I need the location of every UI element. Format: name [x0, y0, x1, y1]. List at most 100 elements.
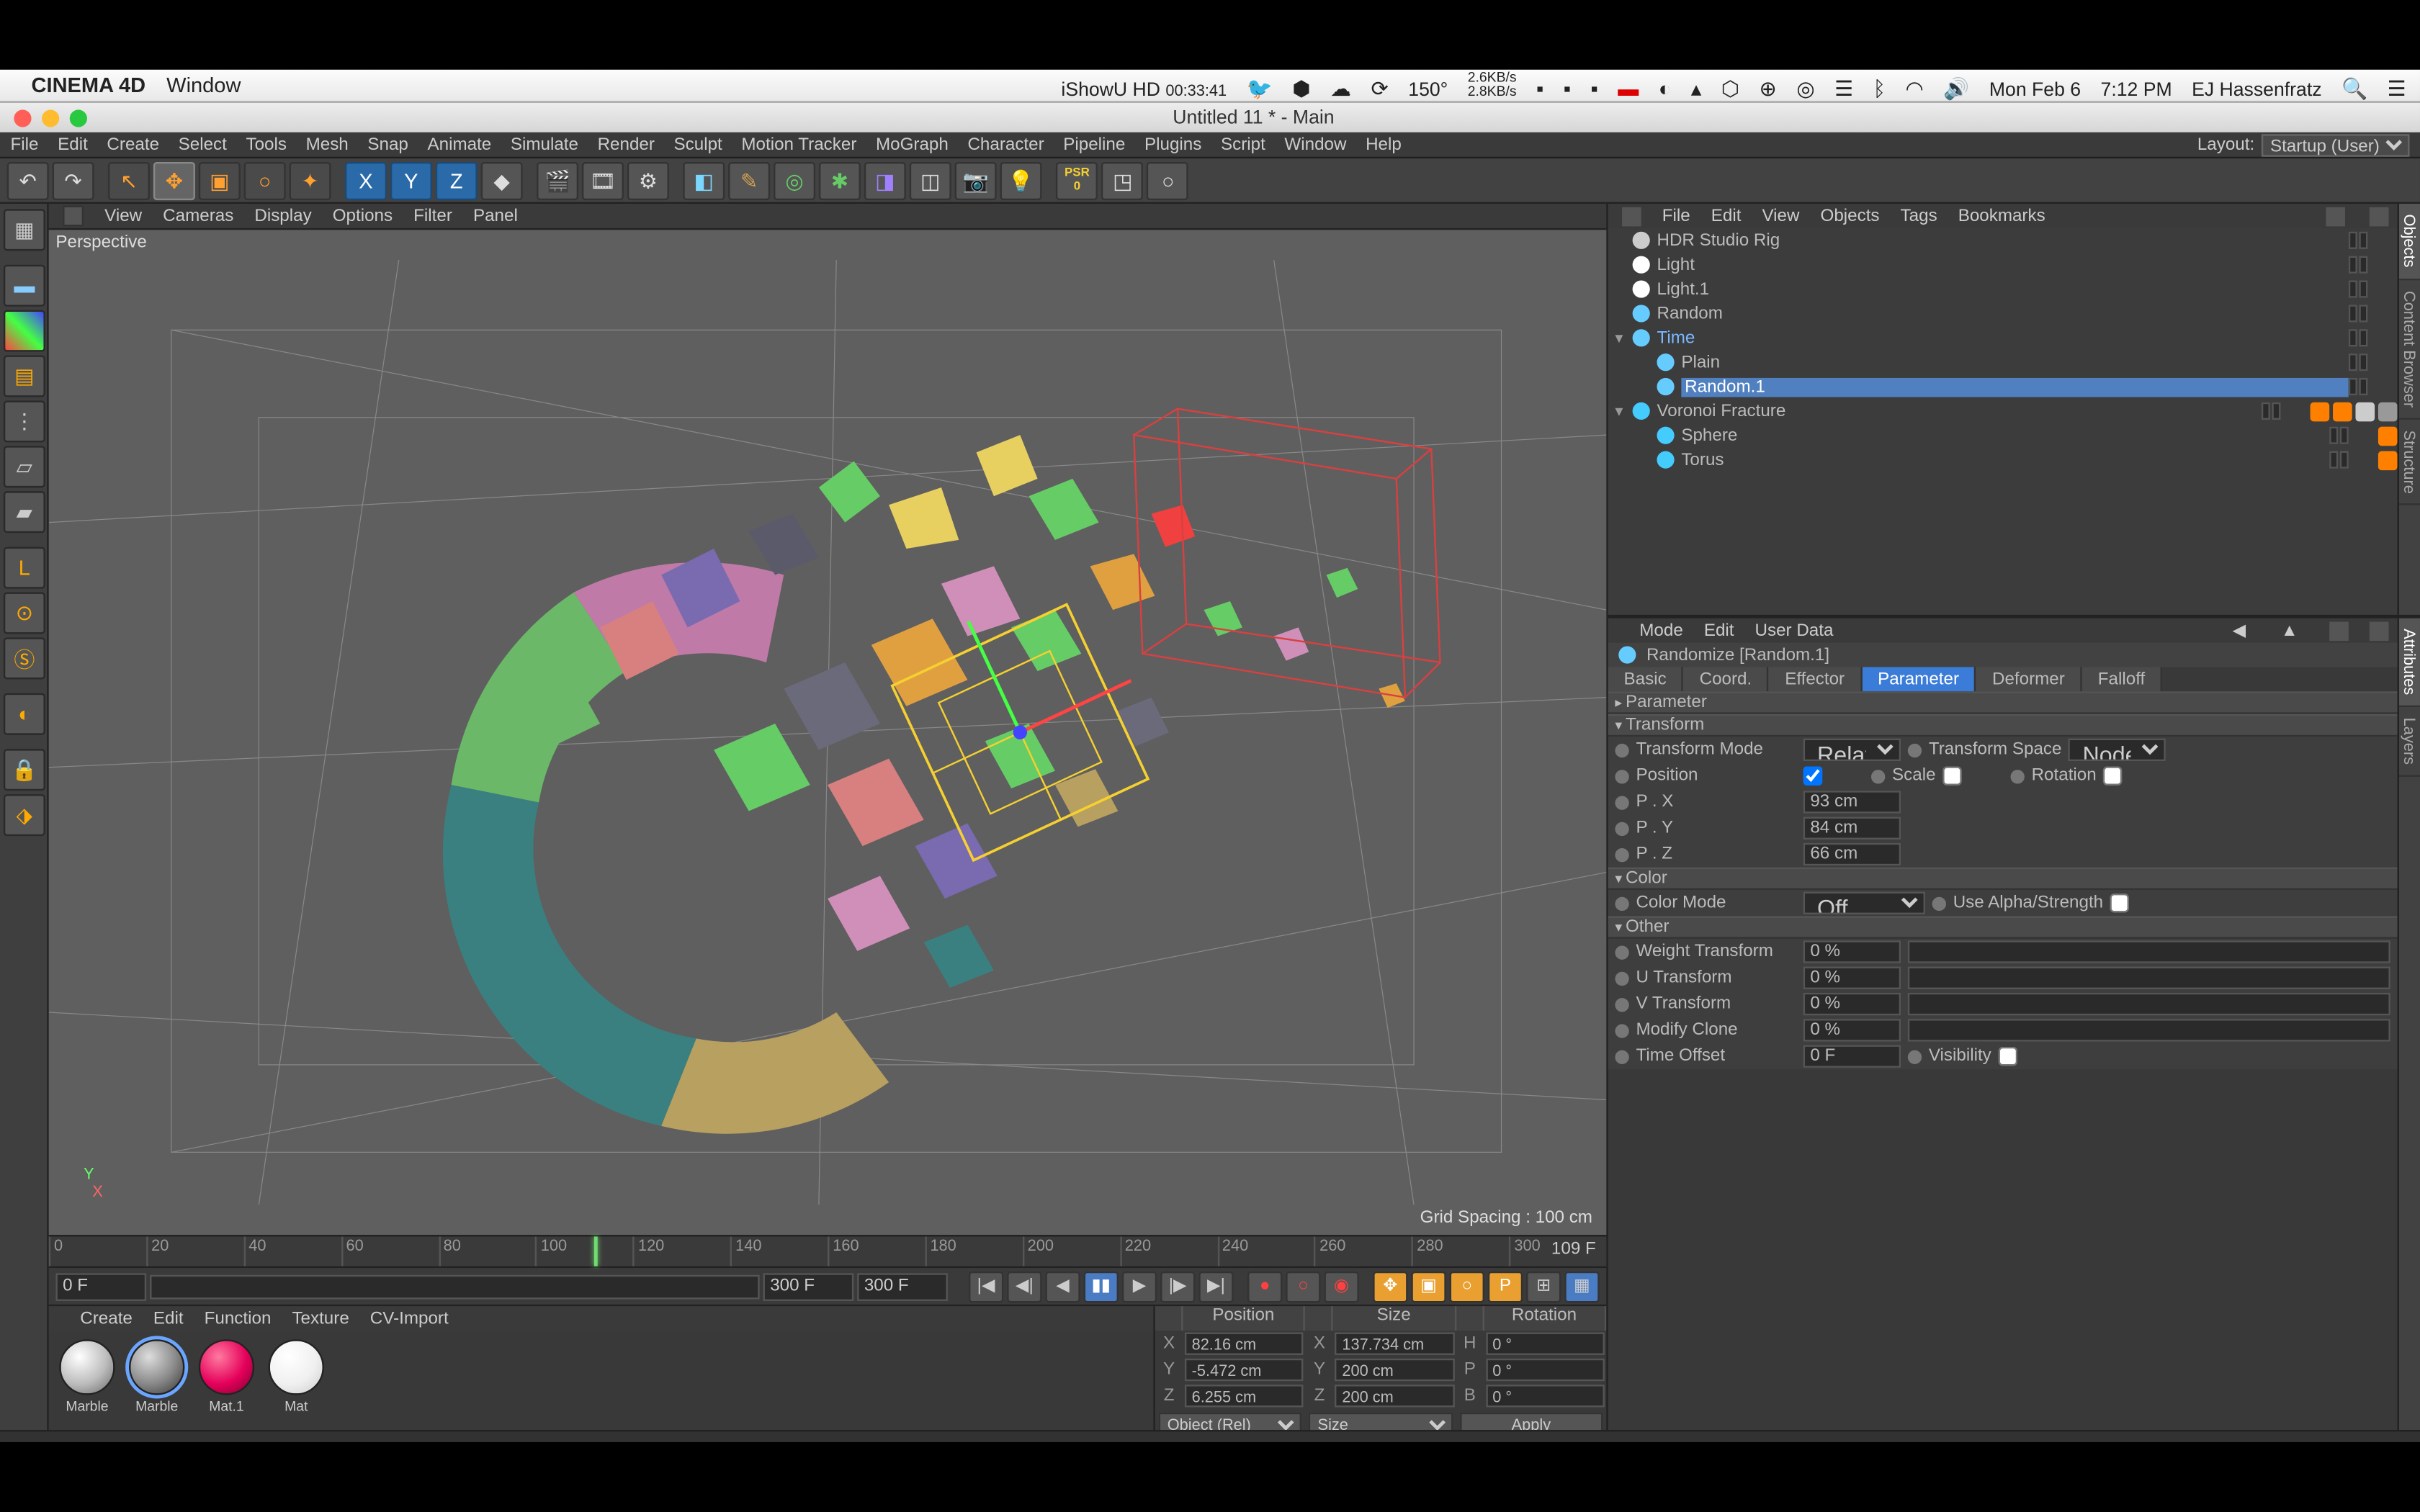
menu-file[interactable]: File	[11, 135, 39, 154]
object-row[interactable]: Sphere	[1608, 423, 2398, 448]
prev-frame-button[interactable]: ◀	[1045, 1271, 1080, 1302]
v-slider[interactable]	[1908, 993, 2390, 1015]
texture-mode-tool[interactable]	[4, 310, 45, 352]
vp-cameras[interactable]: Cameras	[163, 207, 233, 226]
spotlight-icon[interactable]: 🔍	[2341, 76, 2367, 100]
visibility-toggles[interactable]	[2349, 256, 2390, 274]
menu-pipeline[interactable]: Pipeline	[1063, 135, 1125, 154]
rotation-checkbox[interactable]	[2103, 766, 2123, 786]
workplane2-tool[interactable]: ◐	[4, 693, 45, 735]
coord-size-field[interactable]: 200 cm	[1335, 1359, 1454, 1381]
menu-script[interactable]: Script	[1221, 135, 1265, 154]
menu-window[interactable]: Window	[166, 73, 241, 98]
om-bookmarks[interactable]: Bookmarks	[1958, 207, 2045, 226]
material-item[interactable]: Marble	[125, 1339, 188, 1423]
transform-mode-select[interactable]: Relative	[1803, 739, 1901, 761]
menu-edit[interactable]: Edit	[58, 135, 88, 154]
object-name[interactable]: Time	[1657, 328, 2348, 348]
mat-edit[interactable]: Edit	[153, 1310, 184, 1329]
menu-help[interactable]: Help	[1366, 135, 1402, 154]
group-transform[interactable]: Transform	[1608, 714, 2398, 737]
alpha-checkbox[interactable]	[2110, 894, 2130, 913]
object-row[interactable]: Random	[1608, 301, 2398, 325]
record-button[interactable]: ●	[1247, 1271, 1282, 1302]
visibility-toggles[interactable]	[2349, 354, 2390, 371]
coord-pos-field[interactable]: 6.255 cm	[1185, 1385, 1304, 1407]
vp-options[interactable]: Options	[333, 207, 393, 226]
menubar-date[interactable]: Mon Feb 6	[1989, 79, 2081, 100]
menu-window[interactable]: Window	[1284, 135, 1346, 154]
sync-icon[interactable]: ⟳	[1371, 76, 1388, 100]
move-tool[interactable]: ✥	[153, 161, 195, 199]
object-tag[interactable]	[2378, 402, 2398, 421]
window-close-button[interactable]	[14, 109, 31, 126]
menu-motiontracker[interactable]: Motion Tracker	[741, 135, 856, 154]
weight-slider[interactable]	[1908, 940, 2390, 963]
visibility-checkbox[interactable]	[1998, 1047, 2017, 1066]
coord-rot-field[interactable]: 0 °	[1486, 1359, 1605, 1381]
next-frame-button[interactable]: ▶	[1122, 1271, 1157, 1302]
mat-cvimport[interactable]: CV-Import	[370, 1310, 449, 1329]
notification-icon[interactable]: ☰	[2388, 76, 2406, 100]
render-settings-button[interactable]: ⚙	[627, 161, 669, 199]
sidetab-content[interactable]: Content Browser	[2399, 279, 2420, 419]
material-preview[interactable]	[129, 1339, 184, 1395]
visibility-toggles[interactable]	[2349, 305, 2390, 322]
end-frame-field[interactable]: 300 F	[857, 1272, 948, 1300]
object-manager-list[interactable]: HDR Studio RigLightLight.1Random▾TimePla…	[1608, 228, 2398, 615]
sidetab-objects[interactable]: Objects	[2399, 204, 2420, 279]
viewport[interactable]: Perspective	[49, 230, 1607, 1235]
u-slider[interactable]	[1908, 967, 2390, 989]
coord-rot-field[interactable]: 0 °	[1486, 1333, 1605, 1355]
menu-plugins[interactable]: Plugins	[1144, 135, 1201, 154]
window-maximize-button[interactable]	[70, 109, 87, 126]
dropbox-icon[interactable]: ⬢	[1292, 76, 1310, 100]
visibility-toggles[interactable]	[2329, 451, 2371, 469]
tool-extra2[interactable]: ○	[1147, 161, 1189, 199]
workplane-tool[interactable]: ▤	[4, 355, 45, 397]
om-view[interactable]: View	[1762, 207, 1799, 226]
play-pause-button[interactable]: ▮▮	[1084, 1271, 1119, 1302]
object-row[interactable]: ▾Voronoi Fracture	[1608, 399, 2398, 423]
menubar-user[interactable]: EJ Hassenfratz	[2192, 79, 2321, 100]
visibility-toggles[interactable]	[2349, 378, 2390, 395]
generator2-button[interactable]: ✱	[819, 161, 861, 199]
bluetooth-icon[interactable]: ᛒ	[1873, 76, 1886, 100]
menu-mesh[interactable]: Mesh	[306, 135, 349, 154]
object-row[interactable]: Light.1	[1608, 277, 2398, 302]
object-name[interactable]: Light.1	[1657, 279, 2348, 299]
key-scale-button[interactable]: ▣	[1411, 1271, 1446, 1302]
object-row[interactable]: Random.1	[1608, 374, 2398, 399]
spline-button[interactable]: ✎	[728, 161, 770, 199]
tweak-tool[interactable]: ⊙	[4, 592, 45, 634]
tab-deformer[interactable]: Deformer	[1976, 667, 2082, 691]
range-slider[interactable]	[150, 1274, 760, 1298]
v-field[interactable]: 0 %	[1803, 993, 1901, 1015]
px-field[interactable]: 93 cm	[1803, 791, 1901, 813]
menu-snap[interactable]: Snap	[367, 135, 408, 154]
next-key-button[interactable]: |▶	[1160, 1271, 1195, 1302]
cloud-icon[interactable]: ☁	[1330, 76, 1351, 100]
psr-indicator[interactable]: PSR0	[1056, 161, 1098, 199]
attr-nav-up-icon[interactable]: ▲	[2281, 621, 2298, 640]
status-icon-3[interactable]: ▪	[1591, 76, 1598, 100]
tab-effector[interactable]: Effector	[1769, 667, 1862, 691]
coord-size-field[interactable]: 137.734 cm	[1335, 1333, 1454, 1355]
generator-button[interactable]: ◎	[774, 161, 815, 199]
vp-view[interactable]: View	[104, 207, 142, 226]
position-checkbox[interactable]	[1803, 766, 1823, 786]
status-icon-1[interactable]: ▪	[1536, 76, 1543, 100]
material-item[interactable]: Marble	[55, 1339, 118, 1423]
tab-basic[interactable]: Basic	[1608, 667, 1684, 691]
object-tag[interactable]	[2355, 402, 2375, 421]
group-parameter[interactable]: Parameter	[1608, 691, 2398, 714]
menu-render[interactable]: Render	[598, 135, 655, 154]
primitive-button[interactable]: ◧	[683, 161, 725, 199]
menu-select[interactable]: Select	[179, 135, 227, 154]
group-color[interactable]: Color	[1608, 868, 2398, 890]
goto-end-button[interactable]: ▶|	[1198, 1271, 1233, 1302]
mat-texture[interactable]: Texture	[292, 1310, 349, 1329]
coord-size-field[interactable]: 200 cm	[1335, 1385, 1454, 1407]
object-tag[interactable]	[2311, 402, 2330, 421]
snap-tool[interactable]: Ⓢ	[4, 637, 45, 679]
